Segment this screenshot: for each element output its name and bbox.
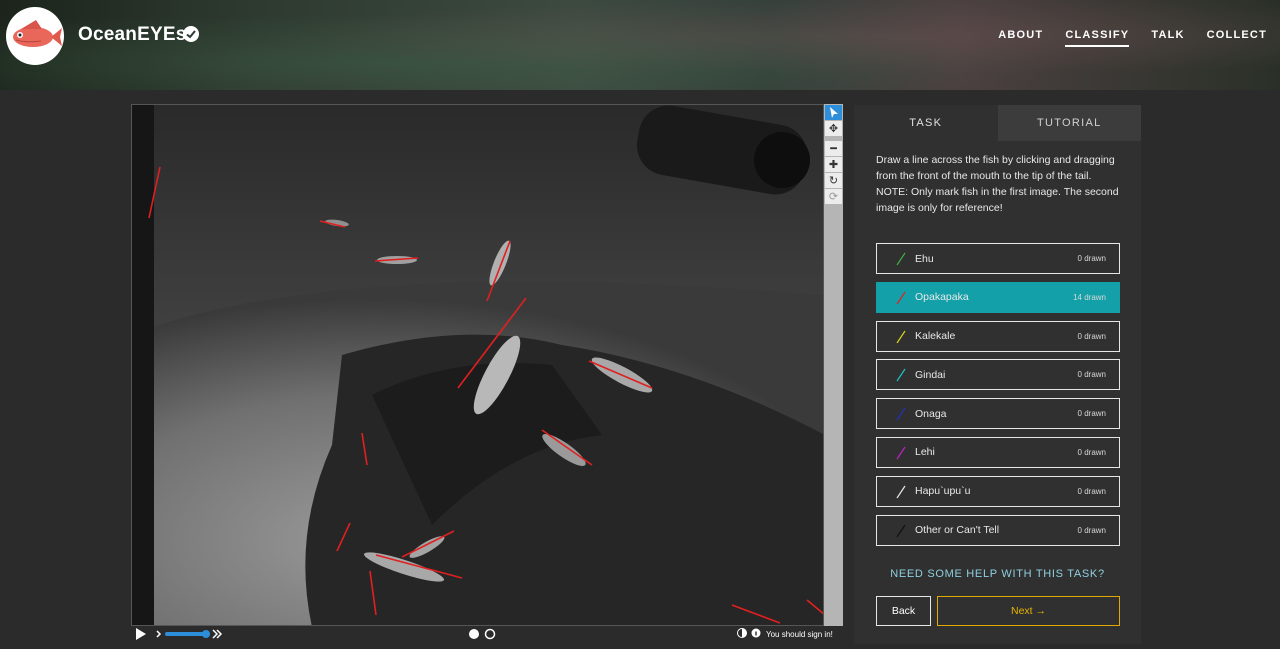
choice-label: Kalekale bbox=[915, 330, 956, 343]
project-avatar[interactable] bbox=[6, 7, 64, 65]
frame-slider[interactable] bbox=[165, 630, 210, 638]
choice-kalekale[interactable]: Kalekale 0 drawn bbox=[876, 320, 1120, 352]
speed-chevron-icon[interactable] bbox=[156, 630, 162, 638]
choice-onaga[interactable]: Onaga 0 drawn bbox=[876, 398, 1120, 430]
header-banner: OceanEYEs ABOUT CLASSIFY TALK COLLECT bbox=[0, 0, 1280, 90]
nav-collect[interactable]: COLLECT bbox=[1207, 29, 1267, 47]
tab-task[interactable]: TASK bbox=[854, 105, 998, 141]
task-panel: TASK TUTORIAL Draw a line across the fis… bbox=[854, 105, 1141, 644]
project-title[interactable]: OceanEYEs bbox=[78, 24, 186, 46]
instruction-text: Draw a line across the fish by clicking … bbox=[876, 154, 1115, 182]
invert-icon[interactable] bbox=[737, 628, 747, 638]
tab-tutorial[interactable]: TUTORIAL bbox=[997, 105, 1141, 141]
species-choices: Ehu 0 drawn Opakapaka 14 drawn Kalekale … bbox=[876, 243, 1120, 553]
frame-dot-2[interactable] bbox=[484, 628, 496, 640]
choice-label: Opakapaka bbox=[915, 291, 969, 304]
nav-about[interactable]: ABOUT bbox=[998, 29, 1043, 47]
nav-talk[interactable]: TALK bbox=[1151, 29, 1184, 47]
line-tool-icon bbox=[896, 330, 906, 343]
choice-count: 0 drawn bbox=[1077, 370, 1106, 380]
frame-dot-1[interactable] bbox=[469, 629, 479, 639]
line-tool-icon bbox=[896, 446, 906, 460]
fast-forward-icon[interactable] bbox=[212, 629, 223, 639]
choice-label: Other or Can't Tell bbox=[915, 524, 1000, 537]
verified-badge-icon bbox=[183, 26, 199, 42]
subject-image[interactable] bbox=[132, 105, 824, 626]
line-tool-icon bbox=[896, 485, 906, 499]
line-tool-icon bbox=[896, 369, 906, 382]
viewer-toolbar: ✥ ━ ✚ ↻ ⟳ bbox=[824, 104, 843, 626]
sign-in-notice[interactable]: You should sign in! bbox=[766, 630, 833, 639]
next-button[interactable]: Next → bbox=[937, 596, 1120, 626]
choice-count: 0 drawn bbox=[1077, 486, 1106, 496]
play-icon[interactable] bbox=[136, 628, 146, 640]
choice-count: 0 drawn bbox=[1077, 409, 1106, 419]
choice-count: 0 drawn bbox=[1077, 254, 1106, 263]
instruction-note: NOTE: Only mark fish in the first image.… bbox=[876, 186, 1119, 214]
project-nav: ABOUT CLASSIFY TALK COLLECT bbox=[998, 29, 1267, 47]
choice-count: 0 drawn bbox=[1077, 525, 1106, 535]
choice-label: Gindai bbox=[915, 368, 946, 381]
choice-hapuupuu[interactable]: Hapu`upu`u 0 drawn bbox=[876, 475, 1120, 507]
rotate-icon[interactable]: ↻ bbox=[825, 173, 842, 188]
choice-label: Hapu`upu`u bbox=[915, 485, 971, 498]
choice-ehu[interactable]: Ehu 0 drawn bbox=[876, 243, 1120, 274]
choice-lehi[interactable]: Lehi 0 drawn bbox=[876, 436, 1120, 468]
task-instructions: Draw a line across the fish by clicking … bbox=[876, 152, 1126, 216]
choice-count: 0 drawn bbox=[1077, 331, 1106, 341]
nav-classify[interactable]: CLASSIFY bbox=[1065, 29, 1130, 47]
choice-label: Lehi bbox=[915, 446, 935, 459]
task-help-link[interactable]: NEED SOME HELP WITH THIS TASK? bbox=[854, 568, 1141, 580]
fish-logo-icon bbox=[13, 20, 62, 47]
choice-gindai[interactable]: Gindai 0 drawn bbox=[876, 359, 1120, 391]
pointer-icon[interactable] bbox=[825, 105, 842, 120]
task-tabs: TASK TUTORIAL bbox=[854, 105, 1141, 141]
line-tool-icon bbox=[896, 252, 906, 266]
info-icon[interactable] bbox=[751, 628, 761, 638]
subject-image-viewer[interactable] bbox=[131, 104, 824, 626]
line-tool-icon bbox=[896, 291, 906, 305]
choice-opakapaka[interactable]: Opakapaka 14 drawn bbox=[876, 281, 1120, 313]
zoom-in-icon[interactable]: ✚ bbox=[825, 157, 842, 172]
back-button[interactable]: Back bbox=[876, 596, 931, 626]
reset-icon[interactable]: ⟳ bbox=[825, 189, 842, 204]
choice-other[interactable]: Other or Can't Tell 0 drawn bbox=[876, 514, 1120, 546]
choice-label: Ehu bbox=[915, 252, 934, 265]
frame-controls: You should sign in! bbox=[131, 626, 843, 644]
move-icon[interactable]: ✥ bbox=[825, 121, 842, 136]
choice-count: 0 drawn bbox=[1077, 447, 1106, 457]
line-tool-icon bbox=[896, 407, 906, 421]
choice-label: Onaga bbox=[915, 407, 947, 420]
zoom-out-icon[interactable]: ━ bbox=[825, 141, 842, 156]
line-tool-icon bbox=[896, 524, 906, 537]
choice-count: 14 drawn bbox=[1073, 292, 1106, 302]
